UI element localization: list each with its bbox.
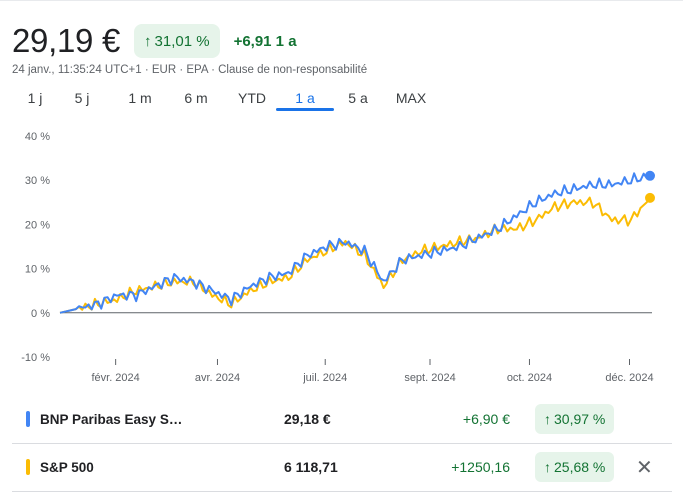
- absolute-change: +6,91 1 a: [233, 32, 297, 50]
- comparison-chart[interactable]: 40 % 30 % 20 % 10 % 0 % -10 % févr. 2024 avr. 2…: [0, 120, 683, 390]
- tab-range-1m[interactable]: 1 m: [112, 88, 168, 111]
- close-icon[interactable]: ✕: [636, 455, 653, 480]
- comparison-percent: 30,97 %: [554, 411, 606, 427]
- series-color-swatch: [26, 411, 30, 427]
- comparison-change: +1250,16: [451, 459, 510, 475]
- x-tick-label: avr. 2024: [195, 372, 240, 384]
- up-arrow-icon: ↑: [544, 411, 551, 427]
- tab-range-5y[interactable]: 5 a: [330, 88, 386, 111]
- y-tick-label: 10 %: [25, 264, 50, 276]
- comparison-row-bnp[interactable]: BNP Paribas Easy S… 29,18 € +6,90 € ↑ 30…: [12, 396, 672, 442]
- y-tick-label: 30 %: [25, 175, 50, 187]
- comparison-percent-badge: ↑ 30,97 %: [535, 404, 615, 434]
- tab-range-1d[interactable]: 1 j: [18, 88, 52, 111]
- series-color-swatch: [26, 459, 30, 475]
- current-price: 29,19 €: [12, 22, 121, 59]
- x-tick-label: juil. 2024: [302, 372, 347, 384]
- series-line-sp500: [59, 196, 651, 314]
- series-end-point-sp500: [645, 192, 655, 203]
- comparison-value: 29,18 €: [284, 411, 331, 427]
- tab-range-1y[interactable]: 1 a: [276, 88, 334, 111]
- comparison-percent: 25,68 %: [554, 459, 606, 475]
- tab-range-5d[interactable]: 5 j: [52, 88, 112, 111]
- tab-range-max[interactable]: MAX: [386, 88, 436, 111]
- tab-range-6m[interactable]: 6 m: [168, 88, 224, 111]
- range-tabs: 1 j 5 j 1 m 6 m YTD 1 a 5 a MAX: [18, 88, 436, 111]
- top-divider: [0, 0, 683, 1]
- x-tick-label: sept. 2024: [404, 372, 455, 384]
- up-arrow-icon: ↑: [144, 32, 152, 50]
- comparison-percent-badge: ↑ 25,68 %: [535, 452, 615, 482]
- comparison-name: BNP Paribas Easy S…: [40, 411, 183, 427]
- comparison-name: S&P 500: [40, 459, 94, 475]
- row-divider: [12, 491, 672, 492]
- up-arrow-icon: ↑: [544, 459, 551, 475]
- x-tick-label: déc. 2024: [605, 372, 653, 384]
- quote-meta: 24 janv., 11:35:24 UTC+1 · EUR · EPA · C…: [12, 64, 368, 76]
- x-tick-label: oct. 2024: [507, 372, 552, 384]
- y-tick-label: 20 %: [25, 219, 50, 231]
- y-tick-label: -10 %: [21, 352, 50, 364]
- comparison-change: +6,90 €: [462, 411, 510, 427]
- comparison-row-sp500[interactable]: S&P 500 6 118,71 +1250,16 ↑ 25,68 % ✕: [12, 444, 672, 490]
- quote-header: 29,19 € ↑ 31,01 % +6,91 1 a: [12, 22, 297, 60]
- y-tick-label: 40 %: [25, 131, 50, 143]
- tab-range-ytd[interactable]: YTD: [224, 88, 280, 111]
- y-tick-label: 0 %: [31, 308, 50, 320]
- percent-change-badge: ↑ 31,01 %: [134, 24, 220, 58]
- series-end-point-bnp: [645, 170, 655, 181]
- comparison-value: 6 118,71: [284, 459, 338, 475]
- x-tick-label: févr. 2024: [91, 372, 139, 384]
- percent-change-value: 31,01 %: [154, 32, 210, 50]
